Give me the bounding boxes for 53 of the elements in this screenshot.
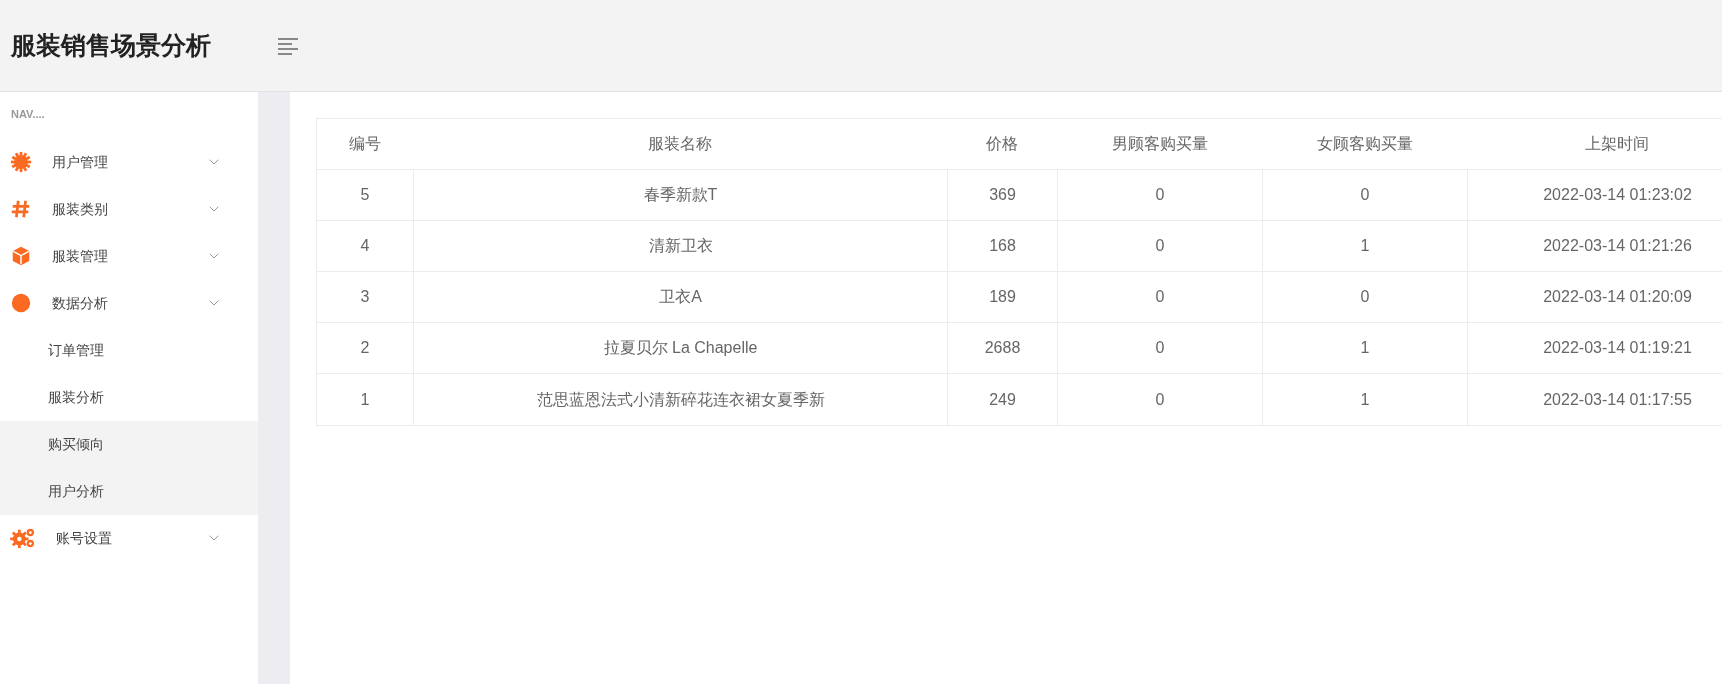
menu-icon[interactable]: [276, 35, 300, 56]
sidebar-item[interactable]: 服装类别: [0, 185, 258, 233]
table-cell: 卫衣A: [413, 272, 947, 322]
table-cell: 369: [947, 170, 1057, 220]
sun-icon: [10, 151, 32, 173]
submenu-item[interactable]: 用户分析: [0, 467, 258, 515]
table-cell: 168: [947, 221, 1057, 271]
app-title: 服装销售场景分析: [9, 29, 212, 61]
submenu-item[interactable]: 服装分析: [0, 373, 258, 421]
column-header: 服装名称: [647, 134, 713, 154]
table-cell: 拉夏贝尔 La Chapelle: [413, 323, 947, 373]
table-cell: 范思蓝恩法式小清新碎花连衣裙女夏季新: [413, 374, 947, 425]
nav-heading: NAV....: [10, 107, 46, 122]
table-cell: 1: [1262, 221, 1467, 271]
circle-icon: [10, 292, 32, 314]
hash-icon: [10, 198, 32, 220]
column-header: 女顾客购买量: [1315, 134, 1414, 154]
table-cell: 249: [947, 374, 1057, 425]
column-header: 男顾客购买量: [1110, 134, 1209, 154]
column-header: 编号: [348, 134, 382, 154]
table-cell: 2022-03-14 01:23:02: [1467, 170, 1722, 220]
submenu-item[interactable]: 订单管理: [0, 326, 258, 374]
table-cell: 2688: [947, 323, 1057, 373]
submenu-item[interactable]: 购买倾向: [0, 420, 258, 468]
table-cell-text: 5: [359, 185, 371, 205]
table-cell: 0: [1262, 272, 1467, 322]
table-cell: 189: [947, 272, 1057, 322]
sidebar-item[interactable]: 用户管理: [0, 138, 258, 186]
sidebar-item[interactable]: 账号设置: [0, 514, 258, 562]
table-cell-text: 1: [359, 389, 371, 410]
table-cell: 2022-03-14 01:17:55: [1467, 374, 1722, 425]
gears-icon: [10, 527, 36, 549]
sidebar-item[interactable]: 服装管理: [0, 232, 258, 280]
table-cell: 2022-03-14 01:21:26: [1467, 221, 1722, 271]
table-cell-text: 4: [359, 236, 371, 256]
table-cell: 0: [1057, 170, 1262, 220]
table-cell: 0: [1057, 272, 1262, 322]
table-cell-text: 3: [359, 287, 371, 307]
sidebar-item[interactable]: 数据分析: [0, 279, 258, 327]
table-cell: 2022-03-14 01:19:21: [1467, 323, 1722, 373]
column-header: 价格: [985, 134, 1019, 154]
table-cell: 0: [1057, 221, 1262, 271]
table-cell: 0: [1057, 374, 1262, 425]
cube-icon: [10, 245, 32, 267]
table-cell: 清新卫衣: [413, 221, 947, 271]
table-cell: 0: [1262, 170, 1467, 220]
table-cell: 春季新款T: [413, 170, 947, 220]
column-header: 上架时间: [1584, 134, 1650, 154]
table-cell: 0: [1057, 323, 1262, 373]
table-cell: 1: [1262, 323, 1467, 373]
table-cell: 1: [1262, 374, 1467, 425]
table-cell: 2022-03-14 01:20:09: [1467, 272, 1722, 322]
table-cell-text: 2: [359, 338, 371, 358]
